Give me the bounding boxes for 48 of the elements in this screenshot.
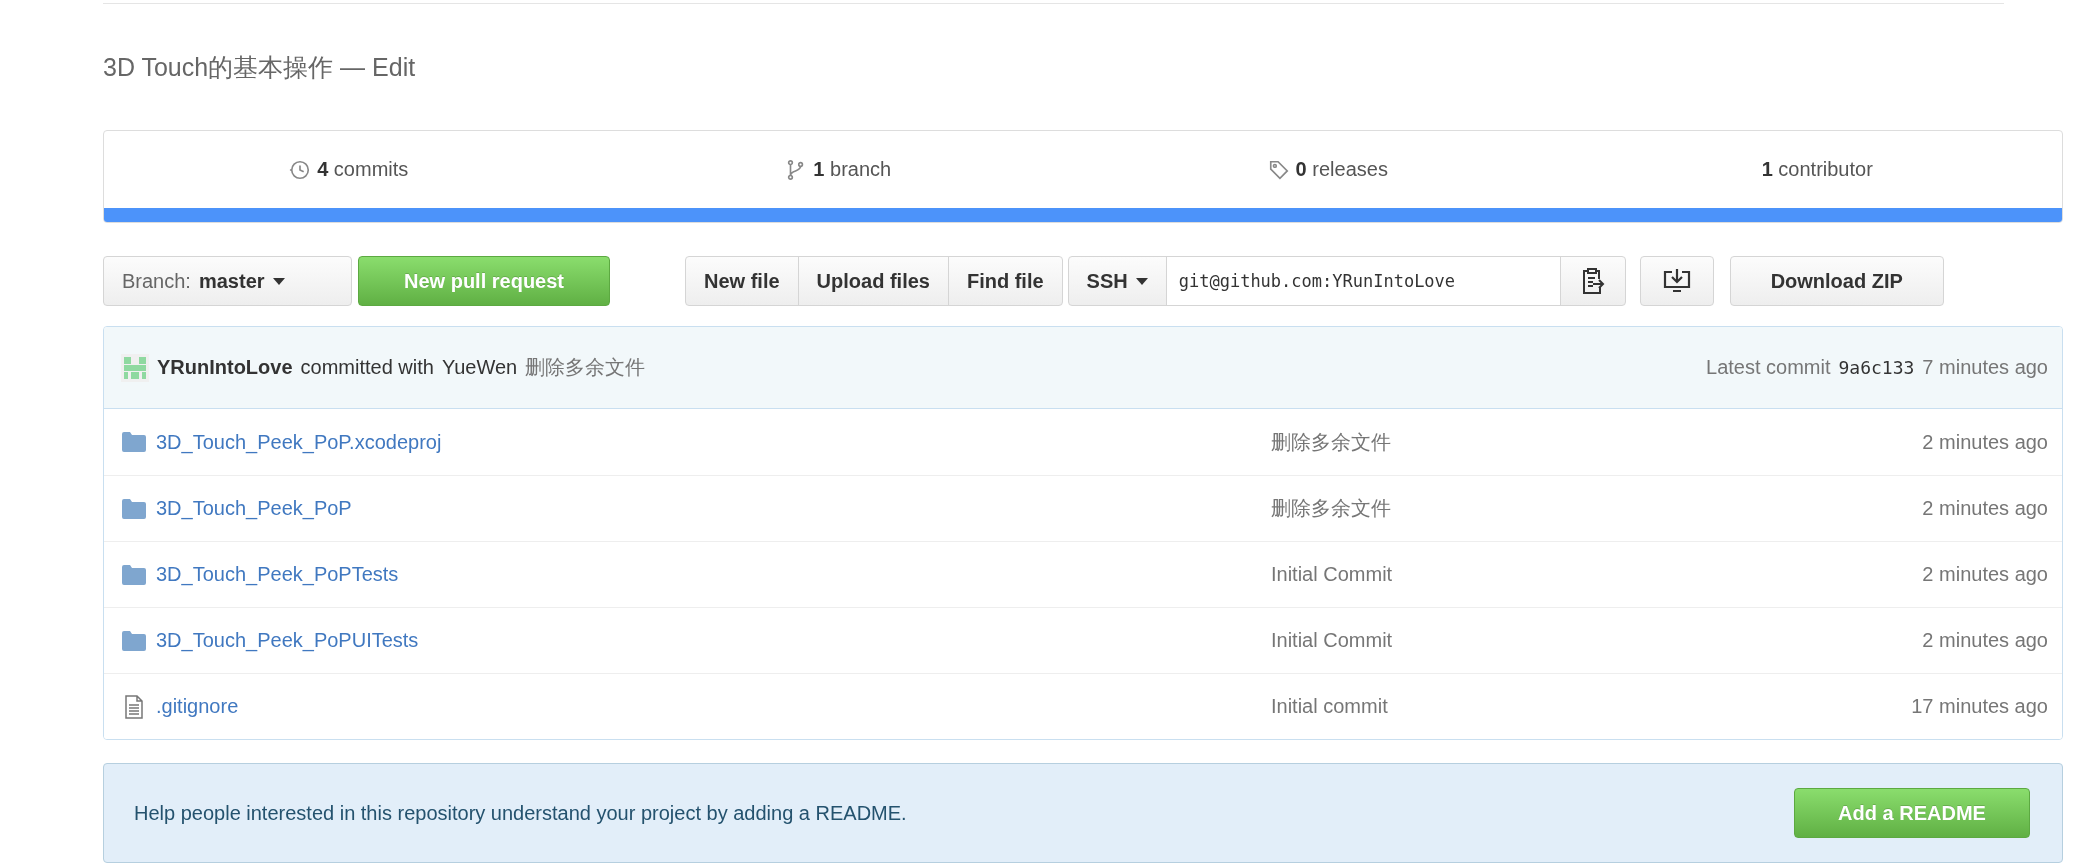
file-name-link[interactable]: .gitignore (156, 695, 239, 718)
commit-verb: committed with (300, 356, 434, 379)
file-name-link[interactable]: 3D_Touch_Peek_PoPUITests (156, 629, 419, 652)
caret-icon (272, 277, 285, 285)
tag-icon (1267, 158, 1290, 181)
folder-icon (121, 629, 147, 652)
stat-link[interactable]: 0 releases (1295, 158, 1388, 181)
repository-title: 3D Touch的基本操作 — Edit (103, 52, 417, 83)
file-age: 2 minutes ago (1922, 497, 2048, 520)
caret-icon (1135, 277, 1148, 285)
history-icon (289, 158, 312, 181)
download-icon (1662, 268, 1691, 294)
file-action-button[interactable]: Find file (947, 256, 1063, 306)
stat-link[interactable]: 1 contributor (1761, 158, 1873, 181)
folder-icon (121, 431, 147, 453)
commit-sha[interactable]: 9a6c133 (1838, 357, 1915, 378)
readme-prompt-text: Help people interested in this repository understand your project by adding a README. (134, 801, 907, 825)
branch-select[interactable]: Branch: master (103, 256, 352, 306)
file-commit-message[interactable]: Initial Commit (1271, 629, 1923, 652)
commit-message[interactable]: 删除多余文件 (525, 354, 646, 381)
stat-link[interactable]: 4 commits (317, 158, 409, 181)
file-age: 17 minutes ago (1911, 695, 2048, 718)
desktop-download-button[interactable] (1639, 256, 1714, 306)
folder-icon (121, 497, 147, 520)
avatar-icon (121, 353, 149, 382)
file-commit-message[interactable]: 删除多余文件 (1271, 495, 1923, 522)
file-name-link[interactable]: 3D_Touch_Peek_PoP (156, 497, 352, 520)
file-age: 2 minutes ago (1922, 629, 2048, 652)
download-zip-button[interactable]: Download ZIP (1729, 256, 1944, 306)
file-age: 2 minutes ago (1922, 563, 2048, 586)
stat-link[interactable]: 1 branch (813, 158, 892, 181)
clipboard-icon (1580, 267, 1605, 295)
file-age: 2 minutes ago (1922, 430, 2048, 454)
file-action-button[interactable]: New file (685, 256, 799, 306)
file-action-button[interactable]: Upload files (797, 256, 949, 306)
commit-age: 7 minutes ago (1922, 356, 2048, 379)
file-name-link[interactable]: 3D_Touch_Peek_PoP.xcodeproj (156, 430, 442, 454)
clone-url-field[interactable]: git@github.com:YRunIntoLove (1165, 256, 1561, 306)
folder-icon (121, 563, 147, 586)
file-commit-message[interactable]: Initial commit (1271, 695, 1912, 718)
protocol-select[interactable]: SSH (1067, 256, 1167, 306)
commit-author[interactable]: YRunIntoLove (157, 356, 293, 379)
commit-coauthor: YueWen (441, 356, 518, 379)
latest-commit-label: Latest commit (1706, 356, 1831, 379)
file-commit-message[interactable]: 删除多余文件 (1271, 428, 1923, 456)
file-commit-message[interactable]: Initial Commit (1271, 563, 1923, 586)
copy-button[interactable] (1559, 256, 1626, 306)
file-name-link[interactable]: 3D_Touch_Peek_PoPTests (156, 563, 399, 586)
